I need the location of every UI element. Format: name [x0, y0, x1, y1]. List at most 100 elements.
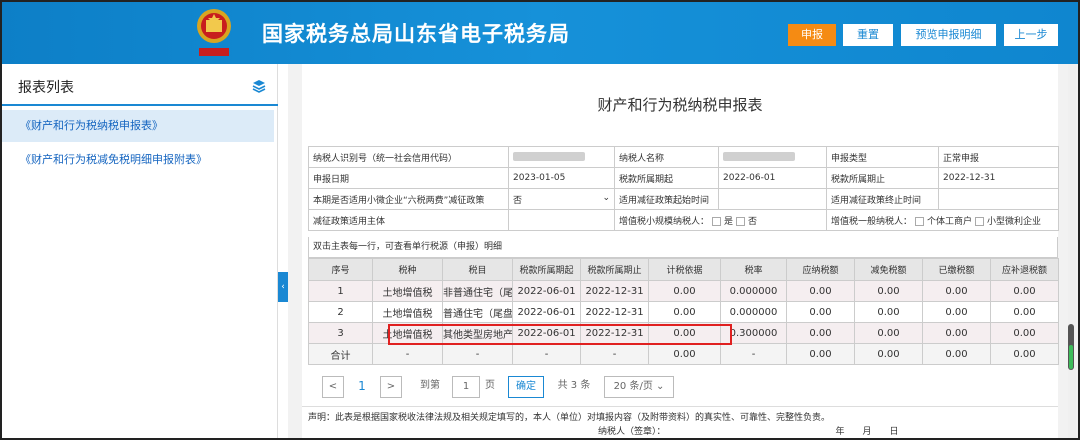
- no-label: 否: [748, 216, 758, 227]
- table-cell: 2022-12-31: [580, 322, 649, 344]
- sidebar-item-relief-schedule[interactable]: 《财产和行为税减免税明细申报附表》: [2, 144, 274, 176]
- table-row[interactable]: 3 土地增值税 其他类型房地产 2022-06-01 2022-12-31 0.00 0.3…: [308, 322, 1059, 344]
- site-title: 国家税务总局山东省电子税务局: [262, 22, 570, 46]
- reduce-start-value[interactable]: [718, 188, 827, 210]
- table-row[interactable]: 1 土地增值税 非普通住宅（尾 2022-06-01 2022-12-31 0.00 0.0…: [308, 280, 1059, 302]
- taxpayer-info-table: 纳税人识别号（统一社会信用代码） 纳税人名称 申报类型 正常申报 申报日期 20…: [308, 146, 1059, 231]
- declaration-statement: 声明：此表是根据国家税收法律法规及相关规定填写的，本人（单位）对填报内容（及附带…: [302, 406, 1058, 438]
- table-cell: 0.300000: [720, 322, 787, 344]
- table-cell: 土地增值税: [372, 322, 443, 344]
- table-cell: 土地增值税: [372, 301, 443, 323]
- goto-label: 到第: [418, 376, 442, 398]
- table-cell: 3: [308, 322, 373, 344]
- grid-header-cell: 计税依据: [648, 258, 721, 281]
- layers-icon[interactable]: [252, 79, 266, 93]
- signer-label: 纳税人（签章）：: [598, 427, 666, 437]
- declaration-text: 声明：此表是根据国家税收法律法规及相关规定填写的，本人（单位）对填报内容（及附带…: [308, 413, 831, 423]
- vat-general-label: 增值税一般纳税人：: [831, 216, 913, 227]
- table-cell: 2: [308, 301, 373, 323]
- table-cell: 0.00: [786, 322, 855, 344]
- sidebar-item-main-form[interactable]: 《财产和行为税纳税申报表》: [2, 110, 274, 142]
- reduce-start-label: 适用减征政策起始时间: [614, 188, 719, 210]
- table-cell: 0.00: [648, 301, 721, 323]
- vat-small-yes-checkbox[interactable]: [712, 216, 722, 226]
- vat-general-cell: 增值税一般纳税人： 个体工商户 小型微利企业: [826, 209, 1059, 231]
- table-cell: 0.00: [922, 280, 991, 302]
- table-cell: 0.00: [648, 280, 721, 302]
- table-cell: -: [720, 343, 787, 365]
- sidebar-title: 报表列表: [18, 80, 74, 96]
- table-cell: 0.00: [648, 343, 721, 365]
- table-cell: 2022-06-01: [512, 301, 581, 323]
- table-cell: 0.00: [854, 301, 923, 323]
- grid-header-cell: 应补退税额: [990, 258, 1059, 281]
- page-unit: 页: [482, 376, 498, 398]
- reduce-end-value[interactable]: [938, 188, 1059, 210]
- page-prev-button[interactable]: <: [322, 376, 344, 398]
- table-cell: 0.000000: [720, 301, 787, 323]
- grid-header-row: 序号 税种 税目 税款所属期起 税款所属期止 计税依据 税率 应纳税额 减免税额 已缴税额 应补退税…: [308, 258, 1059, 281]
- reduce-end-label: 适用减征政策终止时间: [826, 188, 939, 210]
- sidebar: 报表列表 《财产和行为税纳税申报表》 《财产和行为税减免税明细申报附表》: [2, 64, 278, 438]
- chevron-down-icon: ⌄: [656, 381, 665, 392]
- grid-header-cell: 减免税额: [854, 258, 923, 281]
- table-cell: -: [512, 343, 581, 365]
- taxpayer-name-value: [718, 146, 827, 168]
- grid-body: 1 土地增值税 非普通住宅（尾 2022-06-01 2022-12-31 0.00 0.0…: [308, 280, 1059, 365]
- table-cell: 0.00: [990, 301, 1059, 323]
- grid-header-cell: 税种: [372, 258, 443, 281]
- yes-label: 是: [724, 216, 734, 227]
- sidebar-header: 报表列表: [2, 64, 278, 106]
- table-cell: -: [580, 343, 649, 365]
- decl-type-value: 正常申报: [938, 146, 1059, 168]
- preview-detail-button[interactable]: 预览申报明细: [901, 24, 996, 46]
- header-bar: 国家税务总局山东省电子税务局 申报 重置 预览申报明细 上一步: [2, 2, 1078, 64]
- table-cell: 土地增值税: [372, 280, 443, 302]
- six-tax-value: 否: [513, 195, 523, 206]
- table-cell: 合计: [308, 343, 373, 365]
- detail-hint: 双击主表每一行，可查看单行税源（申报）明细: [308, 237, 1058, 258]
- micro-checkbox[interactable]: [975, 216, 985, 226]
- collapse-sidebar-toggle[interactable]: ‹: [278, 272, 288, 302]
- main-content: 财产和行为税纳税申报表 纳税人识别号（统一社会信用代码） 纳税人名称 申报类型 …: [288, 64, 1078, 438]
- tax-emblem-icon: [197, 9, 231, 56]
- app-window: 国家税务总局山东省电子税务局 申报 重置 预览申报明细 上一步 报表列表 《财产…: [0, 0, 1080, 440]
- decl-date-value: 2023-01-05: [508, 167, 615, 189]
- form-paper: 财产和行为税纳税申报表 纳税人识别号（统一社会信用代码） 纳税人名称 申报类型 …: [302, 64, 1059, 438]
- chevron-down-icon: ⌄: [602, 192, 610, 203]
- form-title: 财产和行为税纳税申报表: [597, 96, 763, 114]
- total-count: 共 3 条: [554, 376, 594, 398]
- decl-type-label: 申报类型: [826, 146, 939, 168]
- table-cell: 2022-06-01: [512, 322, 581, 344]
- table-cell: -: [442, 343, 513, 365]
- goto-confirm-button[interactable]: 确定: [508, 376, 544, 398]
- individual-label: 个体工商户: [927, 216, 973, 227]
- grid-header-cell: 税目: [442, 258, 513, 281]
- table-cell: 0.00: [786, 280, 855, 302]
- table-cell: 0.00: [990, 322, 1059, 344]
- grid-header-cell: 序号: [308, 258, 373, 281]
- grid-header-cell: 税款所属期止: [580, 258, 649, 281]
- vat-small-cell: 增值税小规模纳税人： 是 否: [614, 209, 827, 231]
- redacted-value: [723, 152, 795, 161]
- vat-small-no-checkbox[interactable]: [736, 216, 746, 226]
- grid-header-cell: 税率: [720, 258, 787, 281]
- page-next-button[interactable]: >: [380, 376, 402, 398]
- grid-header-cell: 税款所属期起: [512, 258, 581, 281]
- individual-checkbox[interactable]: [915, 216, 925, 226]
- table-cell: -: [372, 343, 443, 365]
- page-size-select[interactable]: 20 条/页 ⌄: [604, 376, 674, 398]
- table-row[interactable]: 2 土地增值税 普通住宅（尾盘 2022-06-01 2022-12-31 0.00 0.0…: [308, 301, 1059, 323]
- table-cell: 1: [308, 280, 373, 302]
- scrollbar-track[interactable]: [1068, 64, 1076, 438]
- redacted-value: [513, 152, 585, 161]
- table-cell: 0.00: [854, 343, 923, 365]
- reset-button[interactable]: 重置: [843, 24, 893, 46]
- submit-button[interactable]: 申报: [788, 24, 836, 46]
- back-button[interactable]: 上一步: [1004, 24, 1058, 46]
- goto-page-input[interactable]: 1: [452, 376, 480, 398]
- page-current[interactable]: 1: [352, 376, 372, 398]
- table-cell: 0.00: [648, 322, 721, 344]
- grid-header-cell: 应纳税额: [786, 258, 855, 281]
- six-tax-select[interactable]: 否 ⌄: [508, 188, 615, 210]
